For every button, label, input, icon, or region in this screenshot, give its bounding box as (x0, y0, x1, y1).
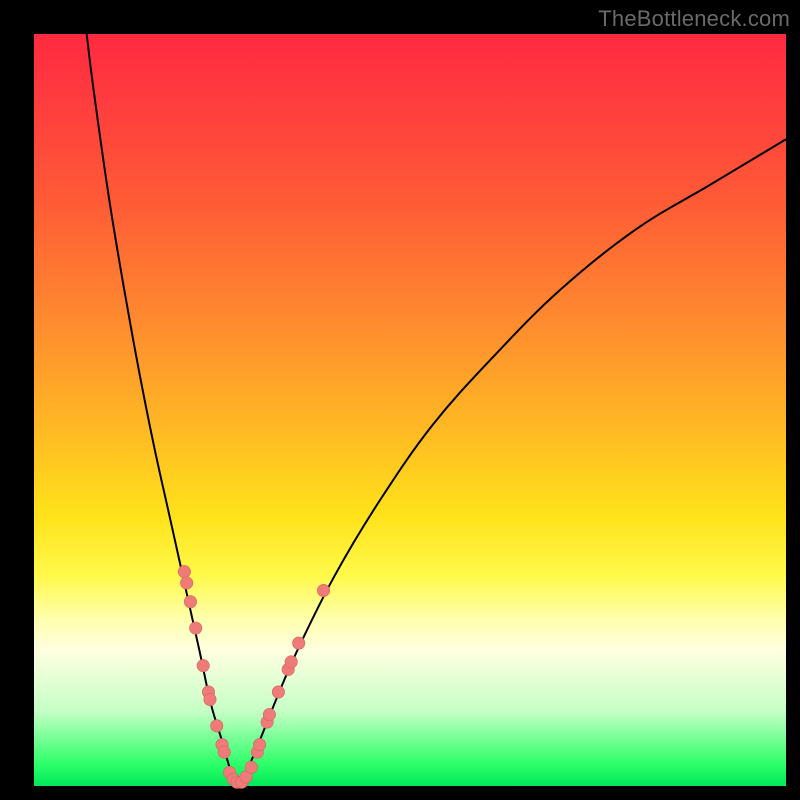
curve-left-branch (87, 34, 237, 786)
curve-group (87, 34, 786, 786)
data-point (184, 596, 196, 608)
data-point (317, 584, 329, 596)
plot-area (34, 34, 786, 786)
data-point (272, 686, 284, 698)
data-point (293, 637, 305, 649)
data-point (285, 656, 297, 668)
chart-svg (34, 34, 786, 786)
data-point (189, 622, 201, 634)
data-point (253, 738, 265, 750)
data-points-group (178, 565, 330, 788)
data-point (204, 693, 216, 705)
data-point (211, 720, 223, 732)
data-point (245, 761, 257, 773)
watermark-text: TheBottleneck.com (598, 6, 790, 32)
chart-frame: TheBottleneck.com (0, 0, 800, 800)
data-point (197, 659, 209, 671)
curve-right-branch (237, 139, 786, 786)
data-point (218, 746, 230, 758)
data-point (180, 577, 192, 589)
data-point (263, 708, 275, 720)
data-point (178, 565, 190, 577)
